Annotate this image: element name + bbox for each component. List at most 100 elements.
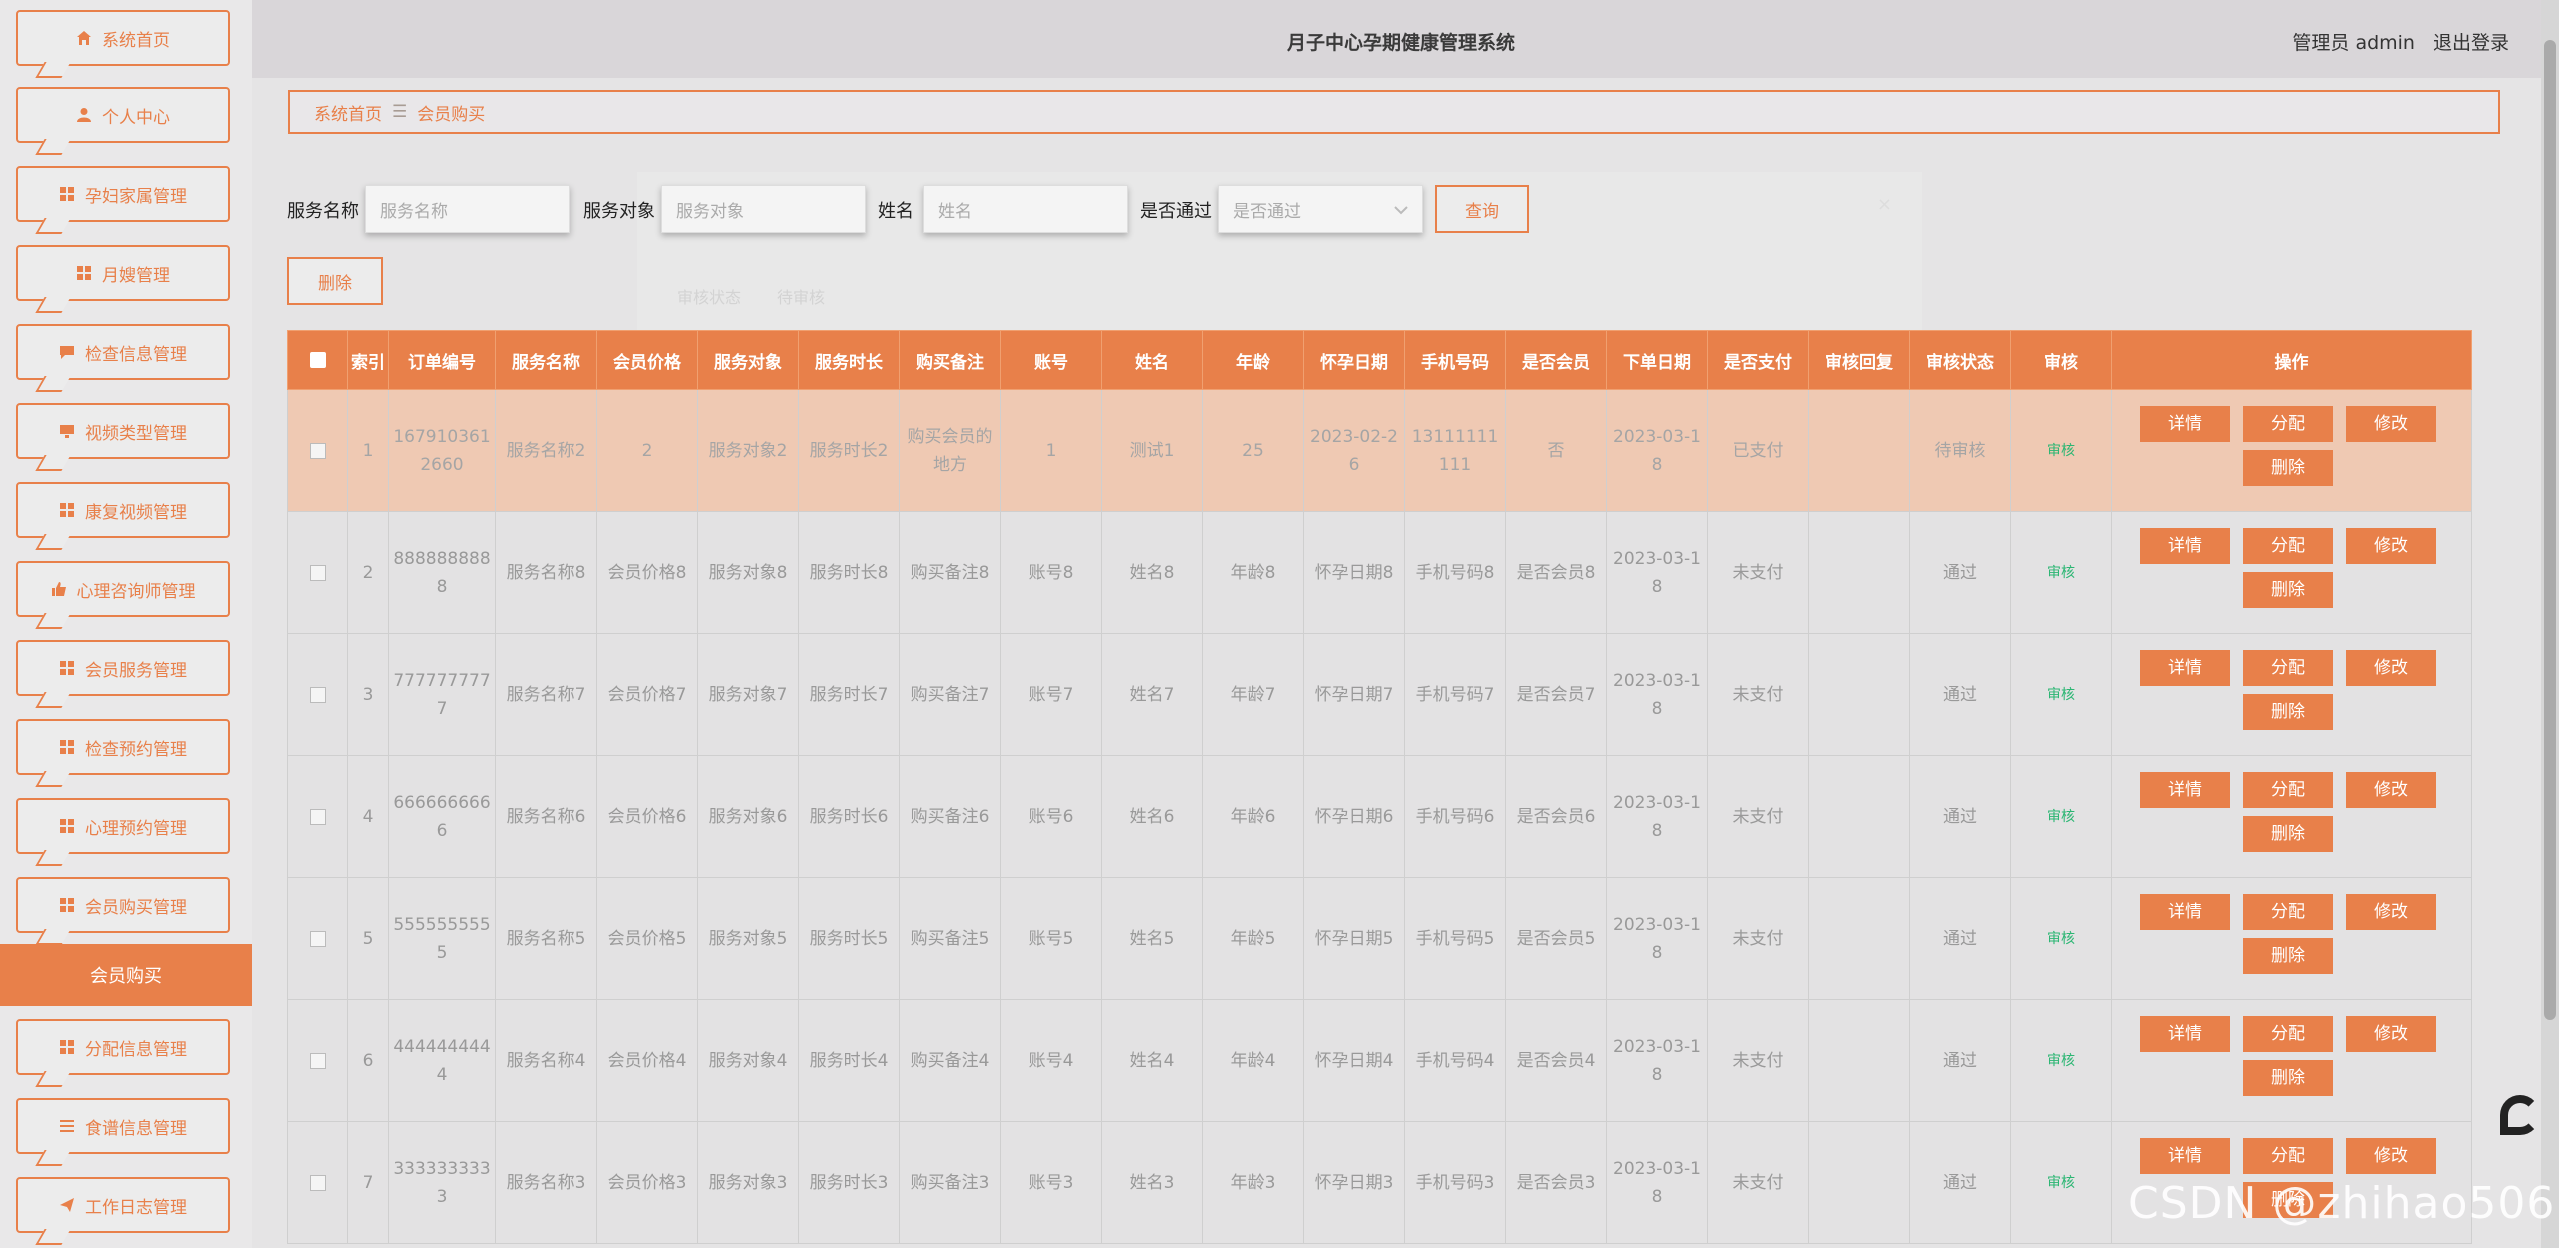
delete-button[interactable]: 删除 [2243, 450, 2333, 486]
row-checkbox[interactable] [309, 1052, 326, 1069]
sidebar-item-4[interactable]: 月嫂管理 [16, 245, 230, 301]
sidebar-item-label: 工作日志管理 [85, 1197, 187, 1218]
audit-cell: 审核 [2010, 877, 2112, 1000]
detail-button[interactable]: 详情 [2140, 650, 2230, 686]
assign-button[interactable]: 分配 [2243, 650, 2333, 686]
logout-link[interactable]: 退出登录 [2433, 28, 2509, 55]
detail-button[interactable]: 详情 [2140, 528, 2230, 564]
table-row: 3 7777777777 服务名称7 会员价格7 服务对象7 服务时长7 购买备注7 账号7 姓… [287, 633, 2472, 756]
detail-button[interactable]: 详情 [2140, 772, 2230, 808]
cell-value: 4444444444 [393, 1036, 491, 1085]
sidebar-item-6[interactable]: 视频类型管理 [16, 403, 230, 459]
assign-button[interactable]: 分配 [2243, 1138, 2333, 1174]
breadcrumb-home[interactable]: 系统首页 [314, 100, 382, 125]
sidebar-item-13[interactable]: 分配信息管理 [16, 1019, 230, 1075]
sidebar-item-8[interactable]: 心理咨询师管理 [16, 561, 230, 617]
vertical-scrollbar[interactable] [2541, 0, 2559, 1248]
table-cell: 服务名称8 [495, 511, 597, 634]
table-cell: 服务名称4 [495, 999, 597, 1122]
passed-select[interactable]: 是否通过 [1218, 185, 1423, 233]
query-button[interactable]: 查询 [1435, 185, 1529, 233]
delete-button[interactable]: 删除 [2243, 1060, 2333, 1096]
sidebar-item-14[interactable]: 食谱信息管理 [16, 1098, 230, 1154]
audit-link[interactable]: 审核 [2047, 687, 2075, 703]
row-checkbox[interactable] [309, 930, 326, 947]
column-header: 手机号码 [1404, 330, 1506, 390]
table-cell: 服务对象6 [697, 755, 799, 878]
scrollbar-thumb[interactable] [2544, 40, 2556, 1020]
service-name-input[interactable]: 服务名称 [365, 185, 570, 233]
sidebar-item-2[interactable]: 个人中心 [16, 87, 230, 143]
table-cell: 手机号码7 [1404, 633, 1506, 756]
cell-value: 未支付 [1732, 806, 1784, 827]
edit-button[interactable]: 修改 [2346, 894, 2436, 930]
assign-button[interactable]: 分配 [2243, 772, 2333, 808]
column-header: 姓名 [1101, 330, 1203, 390]
table-cell: 怀孕日期7 [1303, 633, 1405, 756]
service-target-input[interactable]: 服务对象 [661, 185, 866, 233]
dialog-close-icon[interactable]: × [1877, 194, 1892, 215]
cell-value: 2023-03-18 [1613, 914, 1701, 963]
cell-value: 服务名称4 [506, 1050, 586, 1071]
sidebar-item-3[interactable]: 孕妇家属管理 [16, 166, 230, 222]
row-checkbox[interactable] [309, 1174, 326, 1191]
delete-button[interactable]: 删除 [2243, 816, 2333, 852]
table-cell [1808, 511, 1910, 634]
dialog-audit-status-value[interactable]: 待审核 [777, 284, 825, 308]
cell-value: 姓名3 [1129, 1172, 1175, 1193]
sidebar-item-10[interactable]: 检查预约管理 [16, 719, 230, 775]
detail-button[interactable]: 详情 [2140, 1138, 2230, 1174]
top-header: 月子中心孕期健康管理系统 管理员 admin 退出登录 [252, 0, 2559, 78]
sidebar-item-12[interactable]: 会员购买管理 [16, 877, 230, 933]
column-header: 订单编号 [388, 330, 496, 390]
assign-button[interactable]: 分配 [2243, 406, 2333, 442]
sidebar-item-11[interactable]: 心理预约管理 [16, 798, 230, 854]
edit-button[interactable]: 修改 [2346, 406, 2436, 442]
row-checkbox[interactable] [309, 564, 326, 581]
sidebar-subitem-active[interactable]: 会员购买 [0, 944, 252, 1006]
assign-button[interactable]: 分配 [2243, 894, 2333, 930]
cell-value: 手机号码6 [1415, 806, 1495, 827]
column-header: 审核回复 [1808, 330, 1910, 390]
detail-button[interactable]: 详情 [2140, 1016, 2230, 1052]
sidebar-item-label: 检查信息管理 [85, 344, 187, 365]
batch-delete-button[interactable]: 删除 [287, 257, 383, 305]
table-cell: 未支付 [1707, 633, 1809, 756]
name-input[interactable]: 姓名 [923, 185, 1128, 233]
sidebar-item-1[interactable]: 系统首页 [16, 10, 230, 66]
edit-button[interactable]: 修改 [2346, 528, 2436, 564]
assign-button[interactable]: 分配 [2243, 528, 2333, 564]
table-cell: 服务对象7 [697, 633, 799, 756]
row-checkbox[interactable] [309, 808, 326, 825]
detail-button[interactable]: 详情 [2140, 894, 2230, 930]
sidebar-item-5[interactable]: 检查信息管理 [16, 324, 230, 380]
audit-link[interactable]: 审核 [2047, 1053, 2075, 1069]
audit-link[interactable]: 审核 [2047, 809, 2075, 825]
delete-button[interactable]: 删除 [2243, 572, 2333, 608]
delete-button[interactable]: 删除 [2243, 694, 2333, 730]
column-header: 操作 [2111, 330, 2472, 390]
audit-link[interactable]: 审核 [2047, 931, 2075, 947]
table-row: 5 5555555555 服务名称5 会员价格5 服务对象5 服务时长5 购买备注5 账号5 姓… [287, 877, 2472, 1000]
assign-button[interactable]: 分配 [2243, 1016, 2333, 1052]
breadcrumb: 系统首页 ☰ 会员购买 [288, 90, 2500, 134]
row-select-cell [287, 999, 348, 1122]
audit-link[interactable]: 审核 [2047, 1175, 2075, 1191]
edit-button[interactable]: 修改 [2346, 650, 2436, 686]
audit-link[interactable]: 审核 [2047, 565, 2075, 581]
cell-value: 未支付 [1732, 1172, 1784, 1193]
delete-button[interactable]: 删除 [2243, 938, 2333, 974]
select-all-checkbox[interactable] [309, 352, 326, 368]
sidebar-item-9[interactable]: 会员服务管理 [16, 640, 230, 696]
edit-button[interactable]: 修改 [2346, 1138, 2436, 1174]
edit-button[interactable]: 修改 [2346, 1016, 2436, 1052]
sidebar-item-15[interactable]: 工作日志管理 [16, 1177, 230, 1233]
detail-button[interactable]: 详情 [2140, 406, 2230, 442]
edit-button[interactable]: 修改 [2346, 772, 2436, 808]
row-checkbox[interactable] [309, 442, 326, 459]
row-checkbox[interactable] [309, 686, 326, 703]
sidebar-item-7[interactable]: 康复视频管理 [16, 482, 230, 538]
audit-link[interactable]: 审核 [2047, 443, 2075, 459]
table-cell: 1 [347, 389, 389, 512]
operations-cell: 详情 分配 修改 删除 [2111, 511, 2472, 634]
